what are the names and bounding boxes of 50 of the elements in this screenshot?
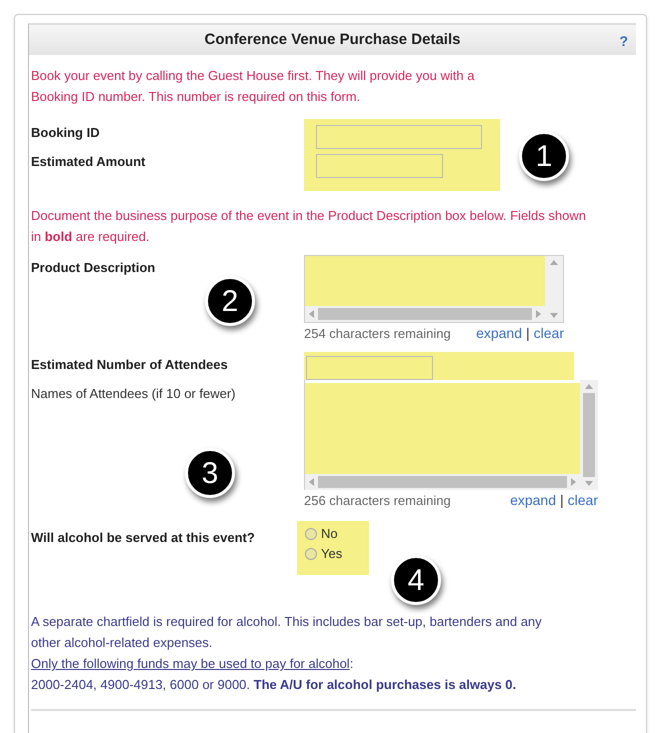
clear-link[interactable]: clear	[568, 490, 598, 511]
scroll-thumb[interactable]	[318, 308, 532, 320]
up-arrow-icon[interactable]	[550, 260, 558, 265]
link-separator: |	[526, 324, 530, 343]
field-label: Names of Attendees (if 10 or fewer)	[31, 385, 236, 403]
field-label: Estimated Number of Attendees	[31, 356, 228, 374]
scroll-thumb[interactable]	[583, 393, 595, 477]
right-arrow-icon[interactable]	[571, 478, 576, 486]
left-arrow-icon[interactable]	[309, 478, 314, 486]
field-label: Estimated Amount	[31, 153, 146, 171]
down-arrow-icon[interactable]	[585, 481, 593, 486]
booking-instructions: Book your event by calling the Guest House first. They will provide you with a Booking ID number. This number is required on this form.	[31, 67, 476, 106]
callout-badge: 2	[205, 276, 255, 326]
vertical-scrollbar[interactable]	[545, 256, 563, 322]
callout-badge: 1	[519, 131, 569, 181]
radio-label: No	[321, 525, 338, 543]
panel-title: Conference Venue Purchase Details	[204, 30, 460, 50]
characters-remaining: 256 characters remaining	[304, 492, 451, 510]
horizontal-scrollbar[interactable]	[305, 306, 545, 322]
purpose-instructions: Document the business purpose of the event in the Product Description box below. Fields shown in bold are required.	[31, 207, 587, 246]
callout-badge: 4	[391, 555, 441, 605]
expand-link[interactable]: expand	[476, 323, 522, 344]
link-separator: |	[560, 491, 564, 510]
product-description-textarea[interactable]	[304, 255, 564, 323]
attendee-names-textarea[interactable]	[304, 380, 598, 490]
radio-button[interactable]	[305, 528, 317, 540]
up-arrow-icon[interactable]	[585, 384, 593, 389]
field-label: Will alcohol be served at this event?	[31, 529, 256, 547]
expand-link[interactable]: expand	[510, 490, 556, 511]
right-arrow-icon[interactable]	[536, 310, 541, 318]
radio-label: Yes	[321, 545, 342, 563]
text-field[interactable]	[316, 154, 443, 178]
field-label: Booking ID	[31, 124, 100, 142]
characters-remaining: 254 characters remaining	[304, 325, 451, 343]
colon: :	[350, 656, 354, 671]
field-label: Product Description	[31, 259, 156, 277]
alcohol-notice: A separate chartfield is required for alcohol. This includes bar set-up, bartenders and any other alcohol-related expenses.	[31, 613, 543, 652]
help-link[interactable]: ?	[619, 31, 628, 52]
funds-link[interactable]: Only the following funds may be used to pay for alcohol	[31, 656, 350, 671]
text-field[interactable]	[316, 125, 482, 149]
left-arrow-icon[interactable]	[309, 310, 314, 318]
callout-badge: 3	[185, 448, 235, 498]
clear-link[interactable]: clear	[534, 323, 564, 344]
scroll-thumb[interactable]	[318, 476, 567, 488]
radio-button[interactable]	[305, 548, 317, 560]
text-field[interactable]	[306, 356, 433, 380]
horizontal-scrollbar[interactable]	[305, 474, 580, 490]
funds-list: 2000-2404, 4900-4913, 6000 or 9000. The A/U for alcohol purchases is always 0.	[31, 674, 551, 695]
vertical-scrollbar[interactable]	[580, 380, 598, 490]
down-arrow-icon[interactable]	[550, 313, 558, 318]
